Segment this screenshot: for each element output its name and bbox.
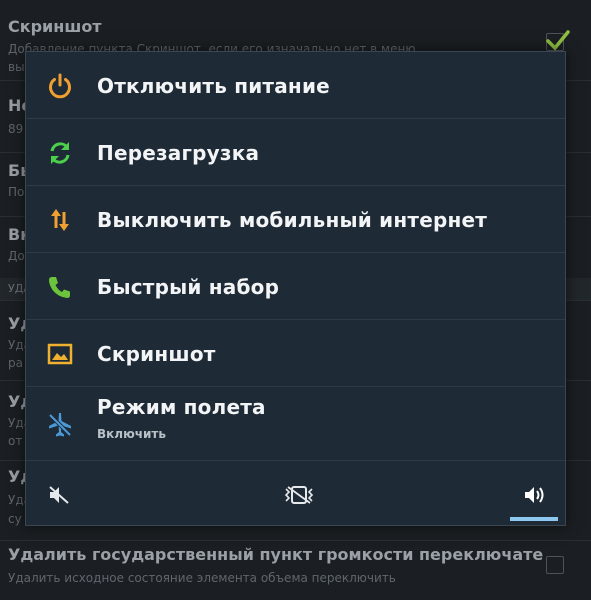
setting-subtitle: вы [8, 60, 25, 74]
phone-icon [46, 273, 74, 301]
silent-icon [49, 486, 69, 504]
mobile-data-icon [46, 206, 74, 234]
menu-item-speed-dial[interactable]: Быстрый набор [26, 253, 565, 320]
airplane-off-icon [46, 411, 74, 439]
reboot-icon [46, 139, 74, 167]
menu-item-label: Скриншот [97, 342, 216, 366]
menu-item-mobile-data[interactable]: Выключить мобильный интернет [26, 186, 565, 253]
setting-checkbox[interactable] [546, 556, 564, 574]
setting-subtitle: По [8, 185, 25, 199]
menu-item-label: Режим полета [97, 395, 266, 419]
silent-mode-button[interactable] [48, 485, 78, 507]
selected-mode-indicator [510, 517, 558, 521]
setting-item-volume-toggle[interactable]: Удалить государственный пункт громкости … [0, 540, 591, 600]
menu-item-label: Быстрый набор [97, 275, 280, 299]
setting-subtitle: ра [8, 356, 23, 370]
setting-subtitle: Удалить исходное состояние элемента объе… [8, 571, 396, 585]
setting-subtitle: 89 [8, 122, 24, 136]
power-menu-dialog: Отключить питание Перезагрузка Выключить… [25, 51, 566, 526]
menu-item-label: Отключить питание [97, 74, 330, 98]
checkmark-icon [546, 30, 570, 51]
menu-item-power-off[interactable]: Отключить питание [26, 52, 565, 119]
setting-title: Удалить государственный пункт громкости … [8, 545, 544, 564]
vibrate-mode-button[interactable] [284, 485, 314, 507]
sound-on-mode-button[interactable] [523, 485, 553, 507]
sound-mode-bar [26, 461, 565, 525]
setting-title: Скриншот [8, 17, 102, 36]
menu-item-screenshot[interactable]: Скриншот [26, 320, 565, 387]
vibrate-icon [284, 486, 314, 504]
power-icon [46, 72, 74, 100]
setting-subtitle: До [8, 249, 25, 263]
setting-subtitle: су [8, 512, 22, 526]
menu-item-airplane-mode[interactable]: Режим полета Включить [26, 387, 565, 461]
menu-item-label: Выключить мобильный интернет [97, 208, 488, 232]
sound-on-icon [525, 487, 544, 503]
setting-checkbox-checked[interactable] [546, 30, 570, 51]
screenshot-icon [46, 340, 74, 368]
menu-item-label: Перезагрузка [97, 141, 260, 165]
setting-subtitle: от [8, 434, 23, 448]
menu-item-sublabel: Включить [97, 427, 166, 441]
menu-item-reboot[interactable]: Перезагрузка [26, 119, 565, 186]
